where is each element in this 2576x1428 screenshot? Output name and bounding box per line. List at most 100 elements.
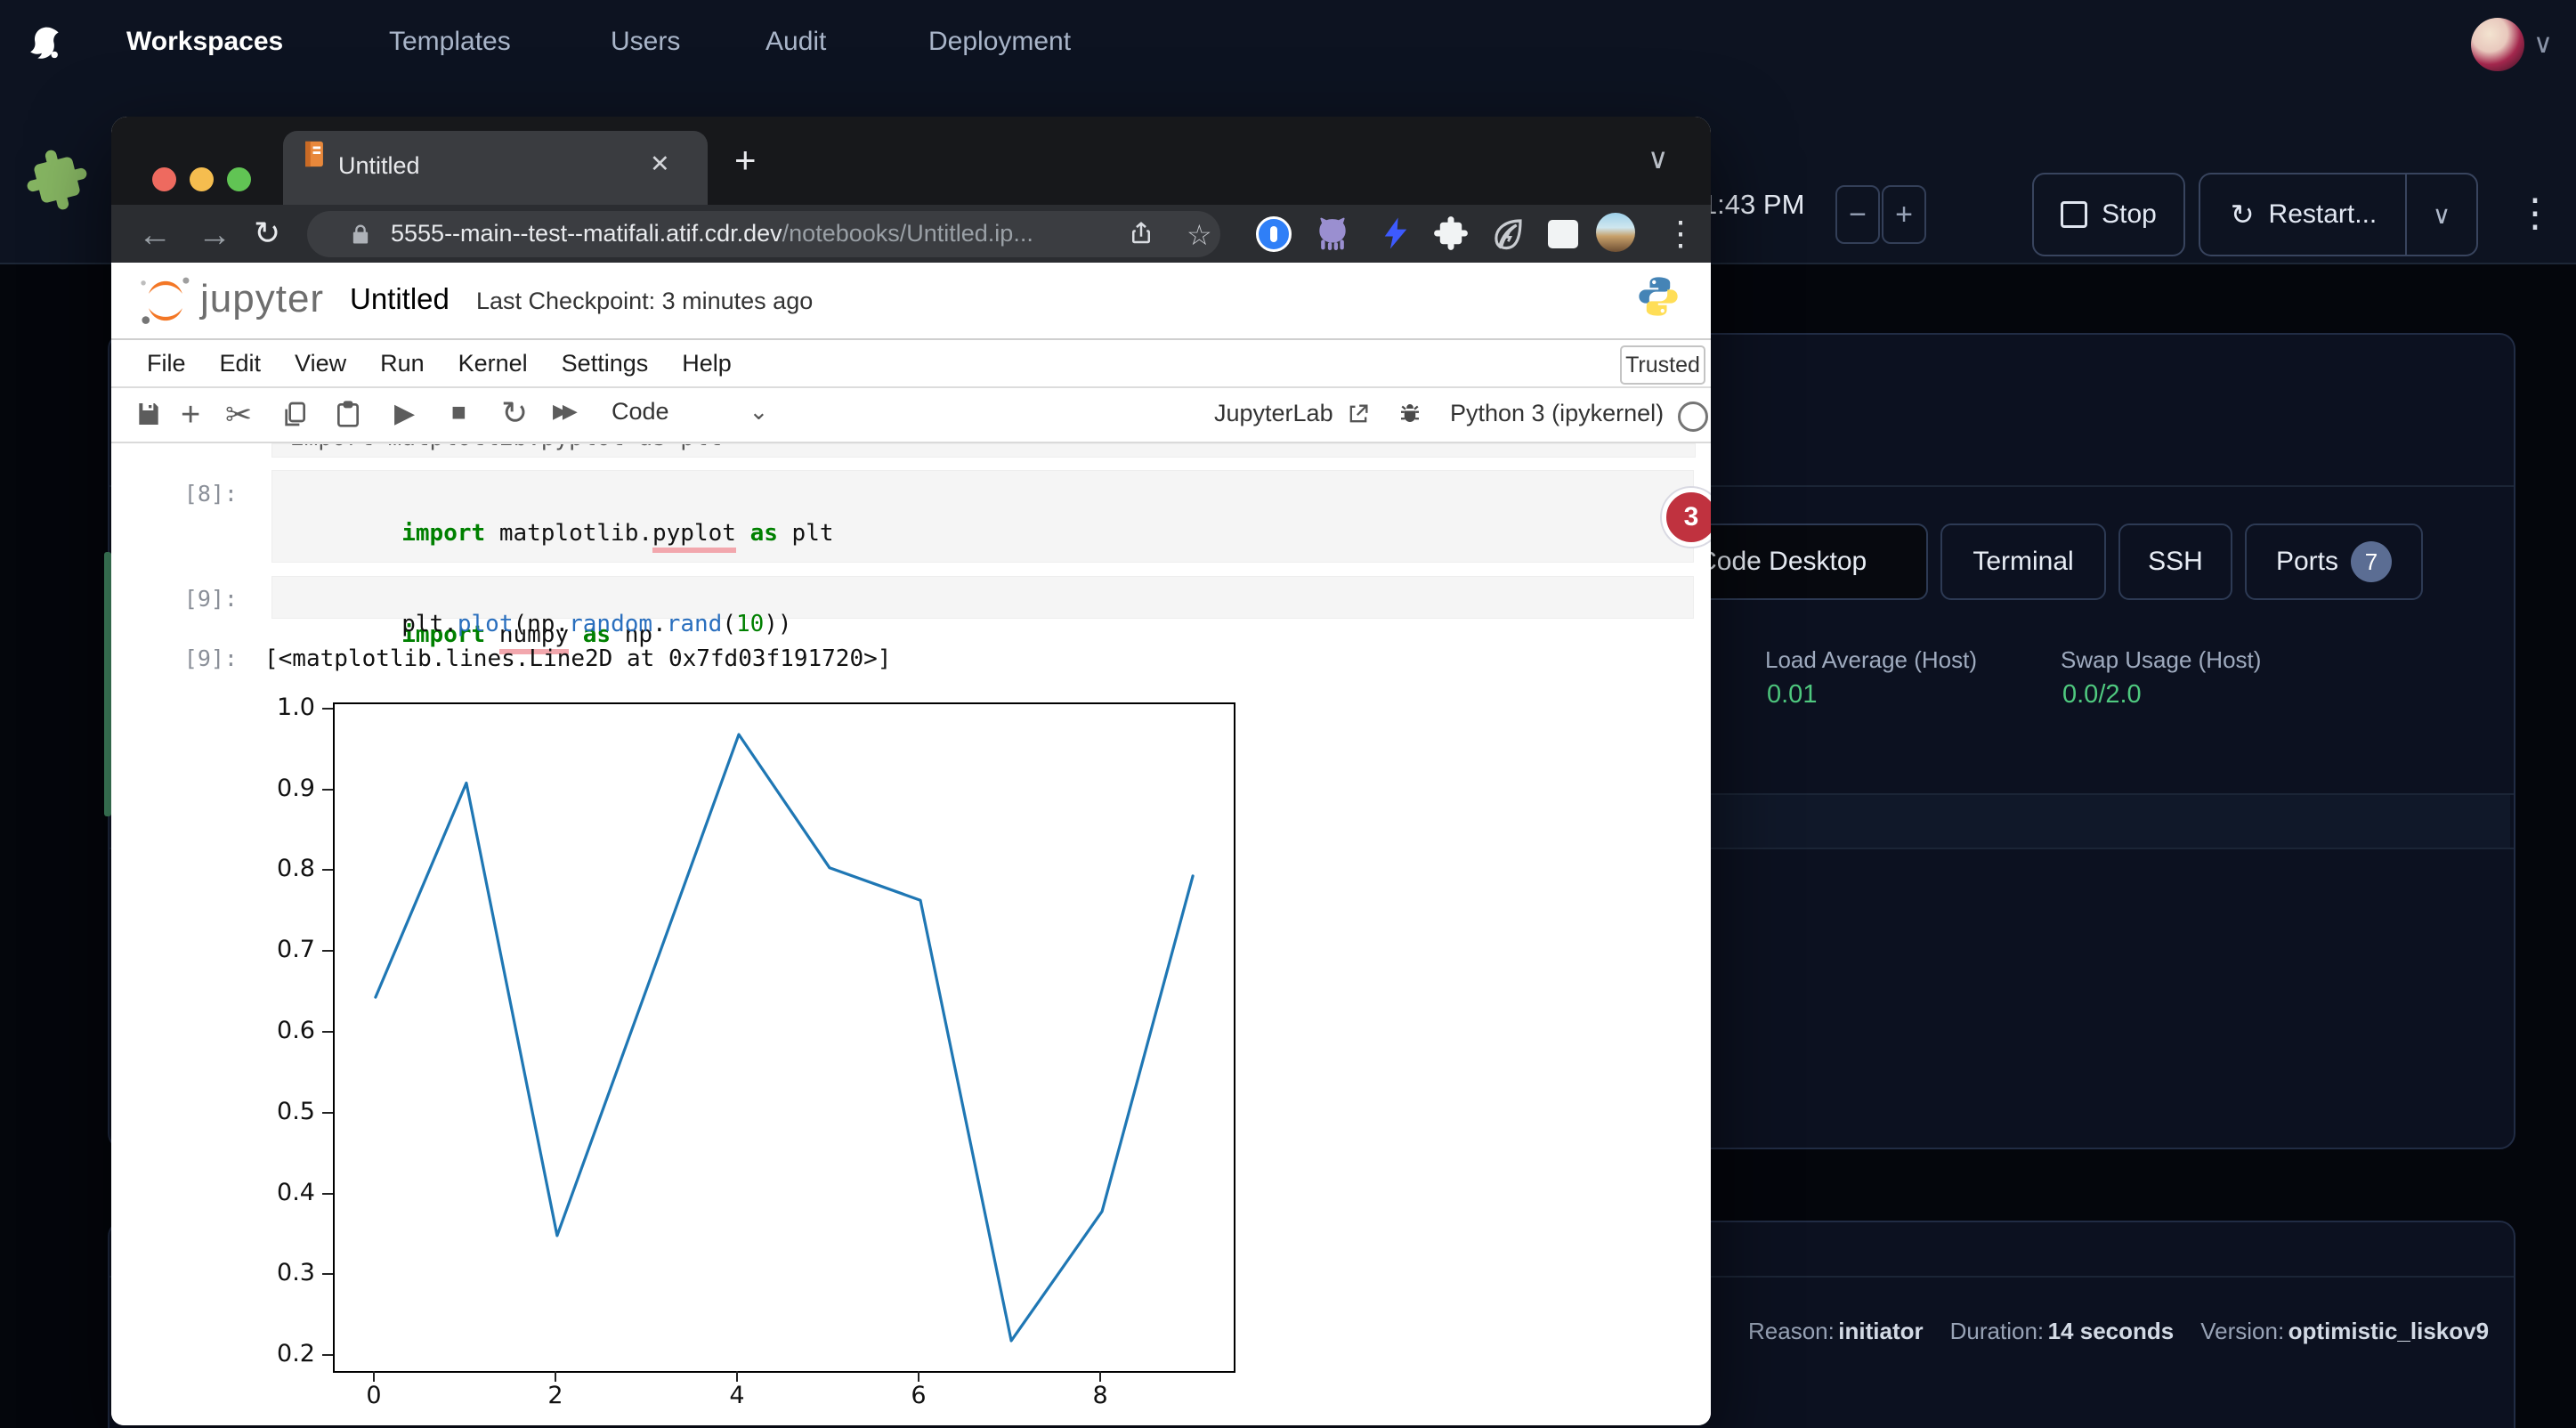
reason-value: initiator (1838, 1318, 1923, 1344)
menu-view[interactable]: View (295, 350, 346, 377)
stop-workspace-button[interactable]: Stop (2032, 173, 2185, 256)
url-domain: 5555--main--test--matifali.atif.cdr.dev (391, 220, 782, 247)
restart-label: Restart... (2269, 199, 2378, 230)
code-token: (np. (513, 611, 569, 637)
extensions-puzzle-icon[interactable] (1432, 215, 1470, 256)
forward-icon[interactable]: → (198, 216, 231, 255)
clipped-previous-cell: import matplotlib.pyplot as plt (271, 443, 1696, 458)
load-average-label: Load Average (Host) (1765, 646, 1977, 674)
run-cell-icon[interactable]: ▶ (394, 398, 415, 429)
interrupt-kernel-icon[interactable]: ■ (451, 398, 466, 426)
save-icon[interactable] (134, 400, 163, 428)
github-octocat-icon[interactable] (1313, 215, 1352, 258)
schedule-decrease-button[interactable]: − (1835, 185, 1880, 244)
user-menu-chevron-icon[interactable]: ∨ (2533, 28, 2553, 60)
plot-line-chart (335, 704, 1234, 1371)
browser-kebab-menu[interactable]: ⋮ (1664, 209, 1697, 259)
nav-templates[interactable]: Templates (389, 27, 511, 57)
url-text: 5555--main--test--matifali.atif.cdr.dev/… (391, 220, 1033, 247)
code-token: )) (764, 611, 791, 637)
cut-cell-icon[interactable]: ✂ (225, 396, 252, 434)
coder-logo[interactable] (20, 20, 69, 69)
schedule-increase-button[interactable]: + (1882, 185, 1926, 244)
stop-label: Stop (2102, 199, 2157, 230)
code-token: . (652, 611, 667, 637)
new-tab-button[interactable]: + (734, 142, 757, 179)
menu-help[interactable]: Help (682, 350, 732, 377)
ports-button[interactable]: Ports 7 (2245, 523, 2423, 600)
python-logo (1635, 273, 1681, 324)
trusted-button[interactable]: Trusted (1620, 345, 1705, 385)
add-cell-icon[interactable]: + (181, 396, 200, 434)
browser-tab[interactable]: Untitled ✕ (283, 131, 708, 205)
jupyterlab-label: JupyterLab (1214, 400, 1333, 427)
paste-cell-icon[interactable] (334, 400, 362, 428)
tab-close-icon[interactable]: ✕ (650, 150, 670, 178)
browser-profile-avatar[interactable] (1596, 213, 1635, 252)
code-cell-9[interactable]: plt.plot(np.random.rand(10)) (271, 576, 1694, 619)
code-token: ( (722, 611, 736, 637)
ports-count-badge: 7 (2351, 541, 2392, 582)
code-token: plt (792, 520, 834, 547)
open-jupyterlab-link[interactable]: JupyterLab (1214, 400, 1371, 427)
terminal-button[interactable]: Terminal (1940, 523, 2106, 600)
user-avatar[interactable] (2471, 18, 2524, 71)
code-cell-8[interactable]: import matplotlib.pyplot as plt import n… (271, 470, 1694, 563)
debugger-bug-icon[interactable] (1397, 400, 1423, 426)
url-bar[interactable]: 5555--main--test--matifali.atif.cdr.dev/… (307, 211, 1220, 257)
duration-value: 14 seconds (2048, 1318, 2175, 1344)
code-token: plt. (401, 611, 458, 637)
menu-kernel[interactable]: Kernel (458, 350, 528, 377)
back-icon[interactable]: ← (138, 216, 172, 255)
cell8-prompt: [8]: (147, 481, 238, 507)
workspace-kebab-menu[interactable]: ⋮ (2515, 178, 2555, 249)
jupyter-logo[interactable] (138, 273, 193, 333)
kernel-name: Python 3 (ipykernel) (1450, 400, 1664, 427)
nav-deployment[interactable]: Deployment (928, 27, 1071, 57)
lightning-bolt-icon[interactable] (1377, 215, 1414, 256)
cell-type-dropdown[interactable]: Code ⌄ (612, 398, 768, 426)
copy-cell-icon[interactable] (280, 400, 309, 428)
share-icon[interactable] (1128, 220, 1154, 251)
kernel-status-icon (1678, 402, 1708, 432)
tab-list-chevron[interactable]: ∨ (1648, 142, 1668, 175)
menu-edit[interactable]: Edit (220, 350, 262, 377)
kernel-selector[interactable]: Python 3 (ipykernel) (1450, 400, 1664, 427)
load-average-value: 0.01 (1767, 680, 1817, 710)
menu-file[interactable]: File (147, 350, 186, 377)
external-link-icon (1346, 402, 1371, 426)
build-meta: Reason: initiator Duration: 14 seconds V… (1748, 1318, 2489, 1345)
version-value: optimistic_liskov9 (2288, 1318, 2489, 1344)
stop-icon (2061, 201, 2087, 228)
code-token: random (569, 611, 652, 637)
cell9-prompt: [9]: (147, 586, 238, 612)
reason-label: Reason: (1748, 1318, 1835, 1344)
reload-icon[interactable]: ↻ (254, 215, 280, 252)
restart-workspace-button[interactable]: ↻ Restart... (2199, 173, 2407, 256)
menu-run[interactable]: Run (380, 350, 425, 377)
window-close-button[interactable] (152, 167, 176, 191)
code-token: rand (667, 611, 723, 637)
onepassword-icon[interactable] (1256, 216, 1292, 252)
version-label: Version: (2200, 1318, 2284, 1344)
bookmark-star-icon[interactable]: ☆ (1187, 218, 1212, 252)
ssh-button[interactable]: SSH (2118, 523, 2232, 600)
jupyter-wordmark: jupyter (200, 277, 324, 321)
energy-saver-leaf-icon[interactable] (1489, 215, 1527, 256)
menu-settings[interactable]: Settings (562, 350, 649, 377)
code-token: 10 (736, 611, 764, 637)
window-zoom-button[interactable] (227, 167, 251, 191)
clipped-code-line: import matplotlib.pyplot as plt (290, 443, 722, 451)
restart-kernel-icon[interactable]: ↻ (501, 394, 528, 432)
restart-options-chevron[interactable]: ∨ (2405, 173, 2478, 256)
restart-run-all-icon[interactable]: ▶▶ (553, 400, 572, 423)
nav-audit[interactable]: Audit (766, 27, 826, 57)
jupyter-menubar: File Edit View Run Kernel Settings Help (111, 340, 1711, 388)
sidebar-toggle-icon[interactable] (1548, 220, 1578, 248)
window-minimize-button[interactable] (190, 167, 214, 191)
nav-workspaces[interactable]: Workspaces (126, 27, 283, 57)
nav-users[interactable]: Users (611, 27, 680, 57)
lock-icon (348, 222, 373, 251)
matplotlib-plot (333, 702, 1235, 1373)
notebook-title[interactable]: Untitled (350, 282, 450, 316)
